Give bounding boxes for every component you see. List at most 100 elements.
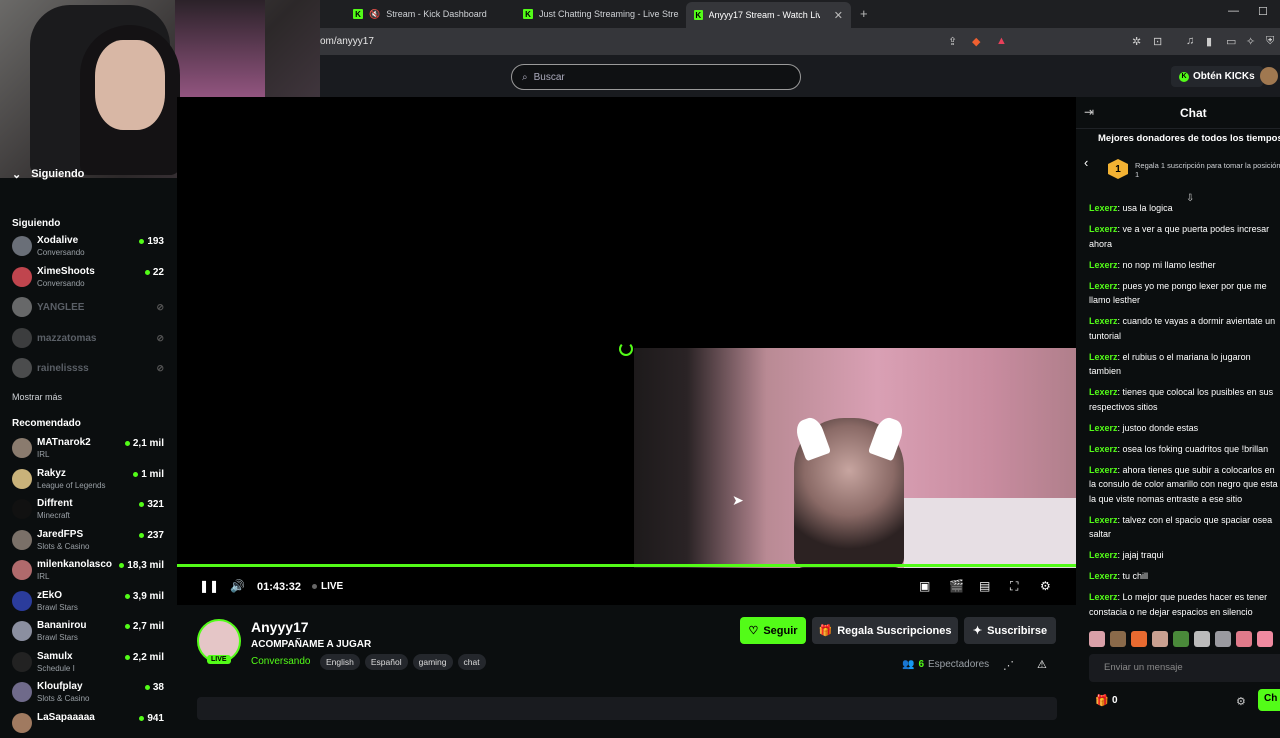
- emote[interactable]: [1236, 631, 1252, 647]
- sidebar-channel-item[interactable]: Diffrent Minecraft 321: [12, 496, 167, 524]
- chat-username[interactable]: Lexerz: [1089, 387, 1118, 397]
- tab-anyyy17[interactable]: K Anyyy17 Stream - Watch Live on ✕: [686, 2, 851, 28]
- miniplayer-icon[interactable]: ▣: [919, 579, 930, 593]
- report-icon[interactable]: ⚠: [1037, 658, 1047, 671]
- tag[interactable]: chat: [457, 654, 486, 670]
- sidebar-icon[interactable]: ▮: [1206, 35, 1212, 48]
- follow-button[interactable]: ♡ Seguir: [740, 617, 806, 644]
- emote[interactable]: [1131, 631, 1147, 647]
- sidebar-channel-item[interactable]: Xodalive Conversando 193: [12, 233, 167, 261]
- tag[interactable]: English: [320, 654, 360, 670]
- fullscreen-icon[interactable]: ⛶: [1010, 579, 1018, 594]
- wallet-icon[interactable]: ▭: [1226, 35, 1236, 48]
- stream-category[interactable]: Conversando: [251, 656, 310, 667]
- minimize-icon[interactable]: —: [1228, 5, 1239, 17]
- url-field[interactable]: om/anyyy17: [320, 36, 374, 47]
- pause-icon[interactable]: ❚❚: [199, 579, 219, 593]
- chat-username[interactable]: Lexerz: [1089, 260, 1118, 270]
- chat-username[interactable]: Lexerz: [1089, 465, 1118, 475]
- channel-avatar: [12, 266, 32, 287]
- chat-username[interactable]: Lexerz: [1089, 316, 1118, 326]
- user-avatar[interactable]: [1260, 67, 1278, 85]
- chat-text: talvez con el spacio que spaciar osea: [1122, 514, 1273, 525]
- chat-input[interactable]: Enviar un mensaje: [1089, 654, 1280, 682]
- emote[interactable]: [1257, 631, 1273, 647]
- chat-username[interactable]: Lexerz: [1089, 224, 1118, 234]
- theater-mode-icon[interactable]: ▤: [979, 579, 990, 593]
- kicks-gift-icon[interactable]: 🎁: [1095, 694, 1109, 707]
- extensions-icon[interactable]: ✲: [1132, 35, 1141, 48]
- collapse-chat-icon[interactable]: ⇥: [1084, 105, 1094, 119]
- chat-username[interactable]: Lexerz: [1089, 203, 1118, 213]
- sidebar-channel-item[interactable]: Rakyz League of Legends 1 mil: [12, 466, 167, 494]
- emote[interactable]: [1089, 631, 1105, 647]
- recommended-section-title: Recomendado: [12, 418, 81, 429]
- tab-kick-dashboard[interactable]: K 🔇 Stream - Kick Dashboard: [345, 4, 495, 24]
- channel-avatar: [12, 590, 32, 611]
- volume-icon[interactable]: 🔊: [230, 579, 245, 593]
- chat-username[interactable]: Lexerz: [1089, 592, 1118, 602]
- tab-just-chatting[interactable]: K Just Chatting Streaming - Live Stream: [515, 4, 687, 24]
- tag[interactable]: gaming: [412, 654, 453, 670]
- video-player[interactable]: ➤ ❚❚ 🔊 01:43:32 LIVE ▣ 🎬 ▤ ⛶ ⚙: [177, 97, 1076, 605]
- sidebar-channel-item[interactable]: mazzatomas ⊘: [12, 325, 167, 353]
- sidebar-channel-item[interactable]: YANGLEE ⊘: [12, 294, 167, 322]
- live-label: LIVE: [321, 581, 344, 592]
- chat-username[interactable]: Lexerz: [1089, 571, 1118, 581]
- streamer-name[interactable]: Anyyy17: [251, 619, 309, 635]
- sidebar-channel-item[interactable]: zEkO Brawl Stars 3,9 mil: [12, 588, 167, 616]
- sidebar-channel-item[interactable]: rainelissss ⊘: [12, 355, 167, 383]
- chat-settings-icon[interactable]: ⚙: [1236, 695, 1246, 708]
- live-dot-icon: [139, 239, 145, 244]
- vpn-icon[interactable]: ⛨: [1266, 35, 1274, 48]
- emote[interactable]: [1215, 631, 1231, 647]
- emote[interactable]: [1194, 631, 1210, 647]
- new-tab-button[interactable]: +: [860, 6, 868, 21]
- chat-username[interactable]: Lexerz: [1089, 515, 1118, 525]
- chevron-left-icon[interactable]: ‹: [1084, 155, 1088, 170]
- close-tab-icon[interactable]: ✕: [834, 9, 843, 22]
- emote[interactable]: [1110, 631, 1126, 647]
- rank-badge: 1: [1108, 159, 1128, 179]
- sidebar-channel-item[interactable]: Kloufplay Slots & Casino 38: [12, 679, 167, 707]
- sidebar-channel-item[interactable]: milenkanolasco IRL 18,3 mil: [12, 557, 167, 585]
- channel-name: Samulx: [37, 650, 73, 662]
- chat-username[interactable]: Lexerz: [1089, 281, 1118, 291]
- chat-username[interactable]: Lexerz: [1089, 352, 1118, 362]
- chat-username[interactable]: Lexerz: [1089, 550, 1118, 560]
- screenshot-icon[interactable]: ⊡: [1153, 35, 1162, 48]
- gift-subs-button[interactable]: 🎁 Regala Suscripciones: [812, 617, 958, 644]
- chat-text: justoo donde estas: [1122, 422, 1199, 433]
- emote[interactable]: [1173, 631, 1189, 647]
- share-icon[interactable]: ⇪: [948, 35, 957, 48]
- following-toggle[interactable]: ⌄ Siguiendo: [12, 168, 84, 181]
- chat-username[interactable]: Lexerz: [1089, 444, 1118, 454]
- live-dot-icon: [144, 269, 150, 275]
- sidebar-channel-item[interactable]: XimeShoots Conversando 22: [12, 264, 167, 292]
- sidebar-channel-item[interactable]: Bananirou Brawl Stars 2,7 mil: [12, 618, 167, 646]
- channel-avatar: [12, 499, 32, 519]
- share-icon[interactable]: ⋰: [1003, 659, 1014, 672]
- sidebar-channel-item[interactable]: MATnarok2 IRL 2,1 mil: [12, 435, 167, 463]
- live-badge: LIVE: [207, 655, 231, 664]
- sidebar-channel-item[interactable]: JaredFPS Slots & Casino 237: [12, 527, 167, 555]
- rewards-icon[interactable]: ▲: [996, 35, 1007, 47]
- show-more-link[interactable]: Mostrar más: [12, 392, 62, 402]
- leo-icon[interactable]: ✧: [1246, 35, 1255, 48]
- media-icon[interactable]: ♫: [1186, 35, 1194, 47]
- progress-bar[interactable]: [177, 564, 1076, 567]
- clip-icon[interactable]: 🎬: [949, 579, 964, 593]
- get-kicks-button[interactable]: K Obtén KICKs: [1171, 66, 1263, 87]
- live-dot-icon: [144, 685, 150, 690]
- chat-username[interactable]: Lexerz: [1089, 423, 1118, 433]
- emote[interactable]: [1152, 631, 1168, 647]
- brave-shield-icon[interactable]: ◆: [972, 35, 980, 48]
- sidebar-channel-item[interactable]: LaSapaaaaa 941: [12, 710, 167, 738]
- search-input[interactable]: ⌕ Buscar: [511, 64, 801, 90]
- maximize-icon[interactable]: ☐: [1258, 5, 1268, 18]
- settings-gear-icon[interactable]: ⚙: [1040, 579, 1051, 593]
- tag[interactable]: Español: [364, 654, 408, 670]
- sidebar-channel-item[interactable]: Samulx Schedule I 2,2 mil: [12, 649, 167, 677]
- subscribe-button[interactable]: ✦ Suscribirse: [964, 617, 1056, 644]
- chat-send-button[interactable]: Ch: [1258, 689, 1280, 711]
